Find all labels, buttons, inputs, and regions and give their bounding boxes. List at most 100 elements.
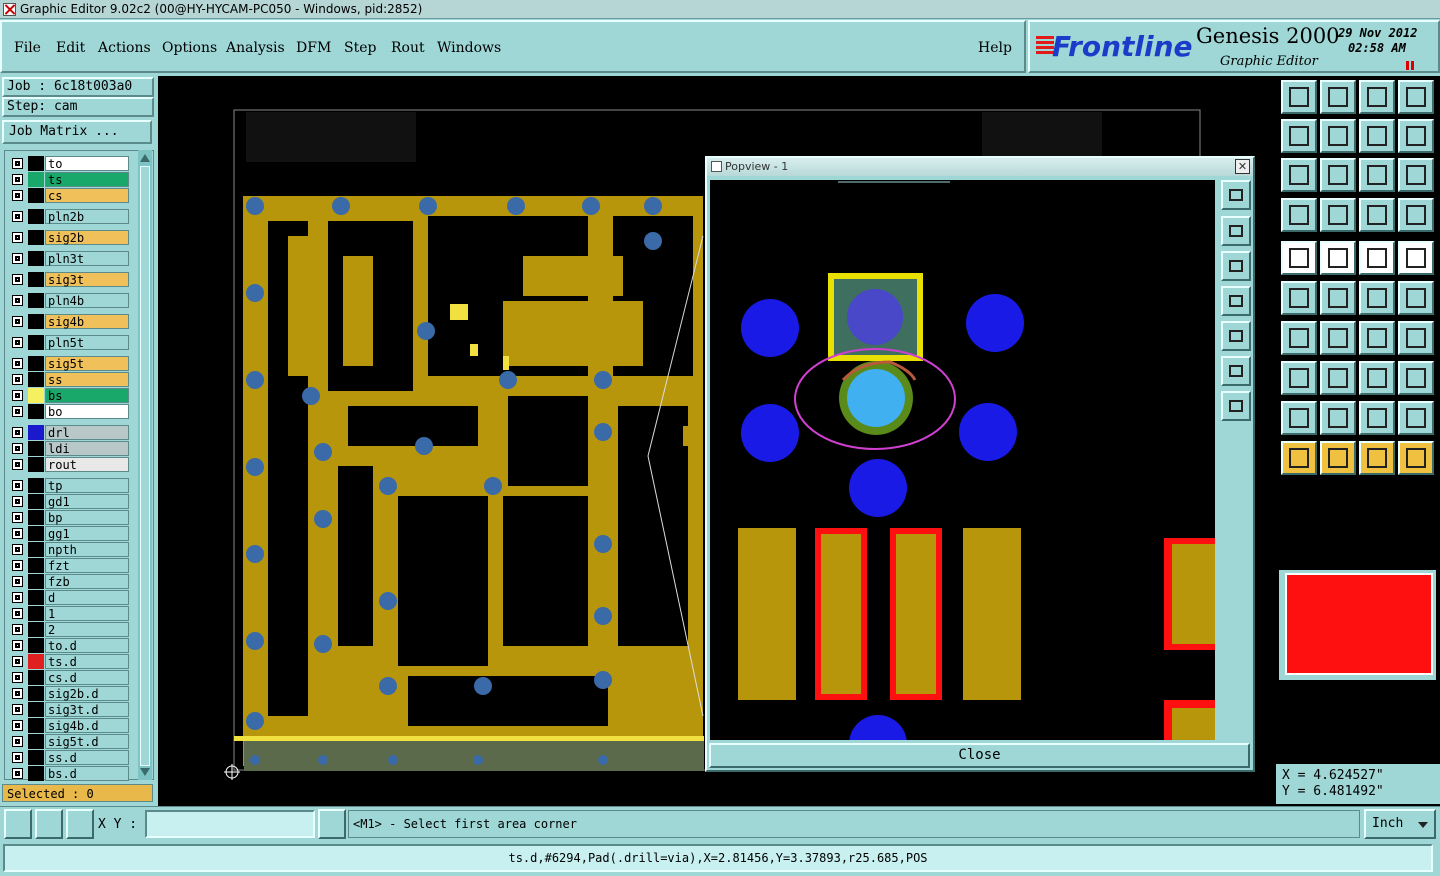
layer-color-swatch[interactable] <box>28 457 44 472</box>
layer-color-swatch[interactable] <box>28 558 44 573</box>
scroll-thumb[interactable] <box>140 166 150 766</box>
probe-button[interactable] <box>1320 198 1356 232</box>
layer-row[interactable]: to <box>9 156 129 171</box>
snap-button[interactable] <box>1359 198 1395 232</box>
scroll-up-icon[interactable] <box>140 152 150 162</box>
layer-name[interactable]: pln3t <box>45 251 129 266</box>
draw-line-button[interactable] <box>1320 321 1356 355</box>
home-button[interactable] <box>1359 80 1395 114</box>
layer-name[interactable]: sig3t.d <box>45 702 129 717</box>
zoom-center-button[interactable] <box>1320 158 1356 192</box>
layer-checkbox[interactable] <box>12 592 23 603</box>
help-button[interactable] <box>1398 158 1434 192</box>
layer-color-swatch[interactable] <box>28 638 44 653</box>
redo-view-button[interactable] <box>1398 119 1434 153</box>
settings-button[interactable] <box>1281 198 1317 232</box>
triangle-button[interactable] <box>1281 401 1317 435</box>
layer-row[interactable]: ldi <box>9 441 129 456</box>
layer-color-swatch[interactable] <box>28 372 44 387</box>
layer-color-swatch[interactable] <box>28 750 44 765</box>
layer-checkbox[interactable] <box>12 688 23 699</box>
layer-name[interactable]: sig3t <box>45 272 129 287</box>
mirror-button[interactable] <box>1398 321 1434 355</box>
layer-name[interactable]: bp <box>45 510 129 525</box>
layer-row[interactable]: sig4b <box>9 314 129 329</box>
layer-checkbox[interactable] <box>12 576 23 587</box>
layer-name[interactable]: ss <box>45 372 129 387</box>
layer-color-swatch[interactable] <box>28 441 44 456</box>
layer-name[interactable]: 1 <box>45 606 129 621</box>
grid-icon[interactable] <box>66 809 94 839</box>
layer-color-swatch[interactable] <box>28 335 44 350</box>
layer-color-swatch[interactable] <box>28 622 44 637</box>
layer-checkbox[interactable] <box>12 496 23 507</box>
layer-name[interactable]: ldi <box>45 441 129 456</box>
layer-name[interactable]: 2 <box>45 622 129 637</box>
scroll-down-icon[interactable] <box>140 768 150 778</box>
popview-tool-right[interactable] <box>1221 321 1251 351</box>
layer-checkbox[interactable] <box>12 174 23 185</box>
layer-name[interactable]: sig5t <box>45 356 129 371</box>
layer-checkbox[interactable] <box>12 544 23 555</box>
layer-checkbox[interactable] <box>12 158 23 169</box>
layer-name[interactable]: to <box>45 156 129 171</box>
popview-tool-home[interactable] <box>1221 216 1251 246</box>
layer-color-swatch[interactable] <box>28 526 44 541</box>
popview-tool-left[interactable] <box>1221 286 1251 316</box>
layer-checkbox[interactable] <box>12 656 23 667</box>
layer-name[interactable]: npth <box>45 542 129 557</box>
layer-color-swatch[interactable] <box>28 230 44 245</box>
pause-icon[interactable] <box>1406 61 1414 70</box>
menu-options[interactable]: Options <box>162 40 217 56</box>
app-icon[interactable] <box>3 3 16 16</box>
layer-row[interactable]: 1 <box>9 606 129 621</box>
layer-checkbox[interactable] <box>12 512 23 523</box>
layer-name[interactable]: rout <box>45 457 129 472</box>
polygon-button[interactable] <box>1320 401 1356 435</box>
layer-checkbox[interactable] <box>12 374 23 385</box>
layer-color-swatch[interactable] <box>28 478 44 493</box>
layer-color-swatch[interactable] <box>28 314 44 329</box>
connect-button[interactable] <box>1281 281 1317 315</box>
select-area-button[interactable] <box>1359 441 1395 475</box>
undo-view-button[interactable] <box>1359 119 1395 153</box>
layer-name[interactable]: sig4b.d <box>45 718 129 733</box>
layer-color-swatch[interactable] <box>28 510 44 525</box>
layer-color-swatch[interactable] <box>28 172 44 187</box>
move-button[interactable] <box>1359 281 1395 315</box>
layer-checkbox[interactable] <box>12 406 23 417</box>
layer-checkbox[interactable] <box>12 752 23 763</box>
popview-tool-zoom-window[interactable] <box>1221 180 1251 210</box>
menu-actions[interactable]: Actions <box>98 40 151 56</box>
layer-name[interactable]: cs <box>45 188 129 203</box>
layer-row[interactable]: gg1 <box>9 526 129 541</box>
layer-row[interactable]: gd1 <box>9 494 129 509</box>
feature-button[interactable] <box>1281 241 1317 275</box>
line-button[interactable] <box>1320 241 1356 275</box>
layer-color-swatch[interactable] <box>28 188 44 203</box>
layer-row[interactable]: fzb <box>9 574 129 589</box>
layer-list-scrollbar[interactable] <box>138 150 152 780</box>
layer-color-swatch[interactable] <box>28 702 44 717</box>
layer-row[interactable]: npth <box>9 542 129 557</box>
layer-color-swatch[interactable] <box>28 590 44 605</box>
pan-left-button[interactable] <box>1281 119 1317 153</box>
layer-color-swatch[interactable] <box>28 606 44 621</box>
layer-color-swatch[interactable] <box>28 156 44 171</box>
select-arrow-button[interactable] <box>1281 441 1317 475</box>
layer-color-swatch[interactable] <box>28 766 44 781</box>
layer-color-swatch[interactable] <box>28 425 44 440</box>
layer-name[interactable]: sig2b <box>45 230 129 245</box>
measure-button[interactable] <box>1398 198 1434 232</box>
scale-button[interactable] <box>1359 158 1395 192</box>
layer-color-swatch[interactable] <box>28 718 44 733</box>
menu-edit[interactable]: Edit <box>56 40 85 56</box>
menu-windows[interactable]: Windows <box>437 40 501 56</box>
zoom-fit-button[interactable] <box>1281 158 1317 192</box>
layer-color-swatch[interactable] <box>28 686 44 701</box>
xy-input[interactable] <box>145 810 315 838</box>
layer-checkbox[interactable] <box>12 560 23 571</box>
measure-icon[interactable] <box>35 809 63 839</box>
layer-row[interactable]: sig2b <box>9 230 129 245</box>
layer-row[interactable]: ss <box>9 372 129 387</box>
